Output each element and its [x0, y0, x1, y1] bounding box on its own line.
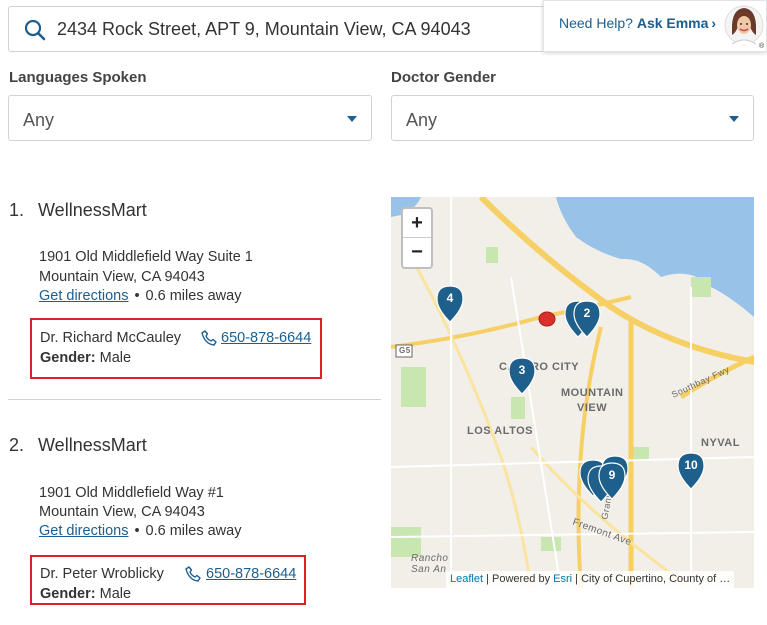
doctor-gender: Gender: Male [40, 350, 131, 366]
map-label-mountain: MOUNTAIN [561, 387, 624, 399]
doctor-name: Dr. Peter Wroblicky [40, 566, 164, 582]
search-input[interactable]: 2434 Rock Street, APT 9, Mountain View, … [57, 19, 471, 40]
gender-value: Male [99, 350, 132, 366]
zoom-control: + − [401, 207, 433, 269]
search-box[interactable]: 2434 Rock Street, APT 9, Mountain View, … [8, 6, 568, 52]
map-marker-label: 3 [518, 363, 526, 377]
directions-row: Get directions • 0.6 miles away [39, 523, 241, 539]
map-marker-label: 2 [583, 306, 591, 320]
map-label-san-an: San An [411, 564, 447, 575]
leaflet-link[interactable]: Leaflet [450, 573, 483, 585]
result-address-line2: Mountain View, CA 94043 [39, 269, 205, 285]
gender-key: Gender: [40, 350, 96, 366]
languages-label: Languages Spoken [9, 69, 147, 86]
caret-down-icon [347, 116, 357, 122]
result-number: 1. [9, 200, 25, 220]
map-label-rancho: Rancho [411, 553, 449, 564]
distance: 0.6 miles away [145, 288, 242, 304]
doctor-gender: Gender: Male [40, 586, 131, 602]
map-marker[interactable]: 9 [598, 462, 626, 500]
help-prefix: Need Help? [559, 15, 633, 31]
map-marker-label: 10 [684, 458, 698, 472]
doctor-card: Dr. Peter Wroblicky 650-878-6644 Gender:… [30, 555, 306, 605]
map-marker-label: 4 [446, 291, 454, 305]
languages-value: Any [23, 110, 55, 130]
assistant-avatar: ® [724, 5, 764, 49]
divider [8, 399, 381, 400]
map-label-g5: G5 [399, 346, 411, 355]
search-location-marker [538, 311, 556, 327]
phone-link[interactable]: 650-878-6644 [206, 566, 296, 582]
gender-value: Male [99, 586, 132, 602]
map-attribution: Leaflet | Powered by Esri | City of Cupe… [446, 571, 735, 588]
caret-down-icon [729, 116, 739, 122]
map-label-los-altos: LOS ALTOS [467, 425, 534, 437]
result-address-line1: 1901 Old Middlefield Way #1 [39, 485, 224, 501]
help-assistant-name: Ask Emma [636, 15, 709, 31]
distance: 0.6 miles away [145, 523, 242, 539]
zoom-out-button[interactable]: − [403, 238, 431, 267]
result-number: 2. [9, 435, 25, 455]
result-address-line2: Mountain View, CA 94043 [39, 504, 205, 520]
phone-icon [185, 566, 201, 582]
directions-row: Get directions • 0.6 miles away [39, 288, 241, 304]
get-directions-link[interactable]: Get directions [39, 523, 128, 539]
result-name[interactable]: WellnessMart [38, 200, 147, 220]
map-marker-label: 9 [608, 468, 616, 482]
help-widget[interactable]: Need Help? Ask Emma › ® [543, 0, 767, 52]
doctor-card: Dr. Richard McCauley 650-878-6644 Gender… [30, 318, 322, 379]
map-marker[interactable]: 3 [508, 357, 536, 395]
doctor-name: Dr. Richard McCauley [40, 330, 182, 346]
svg-text:®: ® [759, 42, 764, 49]
result-address-line1: 1901 Old Middlefield Way Suite 1 [39, 249, 253, 265]
phone-icon [201, 330, 217, 346]
attribution-rest: | City of Cupertino, County of … [572, 573, 731, 585]
separator-dot: • [134, 523, 140, 539]
gender-key: Gender: [40, 586, 96, 602]
map-marker[interactable]: 4 [436, 285, 464, 323]
zoom-in-button[interactable]: + [403, 209, 431, 238]
esri-link[interactable]: Esri [553, 573, 572, 585]
map-marker[interactable]: 10 [677, 452, 705, 490]
gender-label: Doctor Gender [391, 69, 497, 86]
gender-select[interactable]: Any [391, 95, 754, 141]
result-name[interactable]: WellnessMart [38, 435, 147, 455]
gender-value: Any [406, 110, 438, 130]
result-title[interactable]: 2. WellnessMart [9, 435, 147, 456]
help-text[interactable]: Need Help? Ask Emma › [559, 15, 716, 31]
search-icon [24, 19, 46, 41]
map-marker[interactable]: 2 [573, 300, 601, 338]
get-directions-link[interactable]: Get directions [39, 288, 128, 304]
attribution-sep: | Powered by [483, 573, 554, 585]
map-label-view: VIEW [577, 402, 608, 414]
phone-link[interactable]: 650-878-6644 [221, 330, 311, 346]
result-title[interactable]: 1. WellnessMart [9, 200, 147, 221]
map[interactable]: G5 CASTRO CITY MOUNTAIN VIEW LOS ALTOS N… [391, 197, 754, 588]
map-label-sunnyvale: NYVAL [701, 437, 740, 449]
separator-dot: • [134, 288, 140, 304]
languages-select[interactable]: Any [8, 95, 372, 141]
chevron-right-icon: › [711, 15, 717, 31]
